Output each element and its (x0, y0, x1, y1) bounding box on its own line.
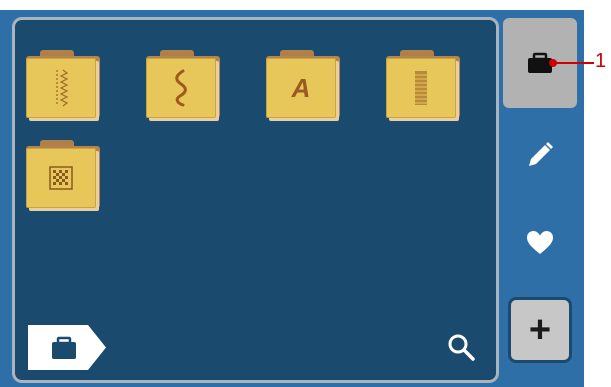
sidebar-item-edit[interactable] (503, 112, 577, 198)
alphabet-folder[interactable]: A (266, 50, 340, 120)
callout-line (552, 62, 594, 64)
plus-icon: + (528, 309, 552, 351)
stitch-folder[interactable] (26, 50, 100, 120)
folder-type-button[interactable] (28, 325, 106, 370)
sidebar-item-favorites[interactable] (503, 200, 577, 286)
search-icon[interactable] (446, 332, 476, 362)
pencil-icon (529, 142, 553, 166)
letter-a-icon: A (266, 58, 336, 118)
straight-stitch-icon (26, 58, 96, 118)
callout-number: 1 (595, 50, 607, 72)
satin-folder[interactable] (386, 50, 460, 120)
zigzag-stitch-icon (146, 58, 216, 118)
satin-stitch-icon (386, 58, 456, 118)
letter-a-glyph: A (291, 72, 311, 103)
zigzag-folder[interactable] (146, 50, 220, 120)
pattern-folder[interactable] (26, 140, 100, 210)
add-button[interactable]: + (508, 297, 572, 363)
heart-icon (527, 231, 553, 254)
checker-pattern-icon (26, 148, 96, 208)
